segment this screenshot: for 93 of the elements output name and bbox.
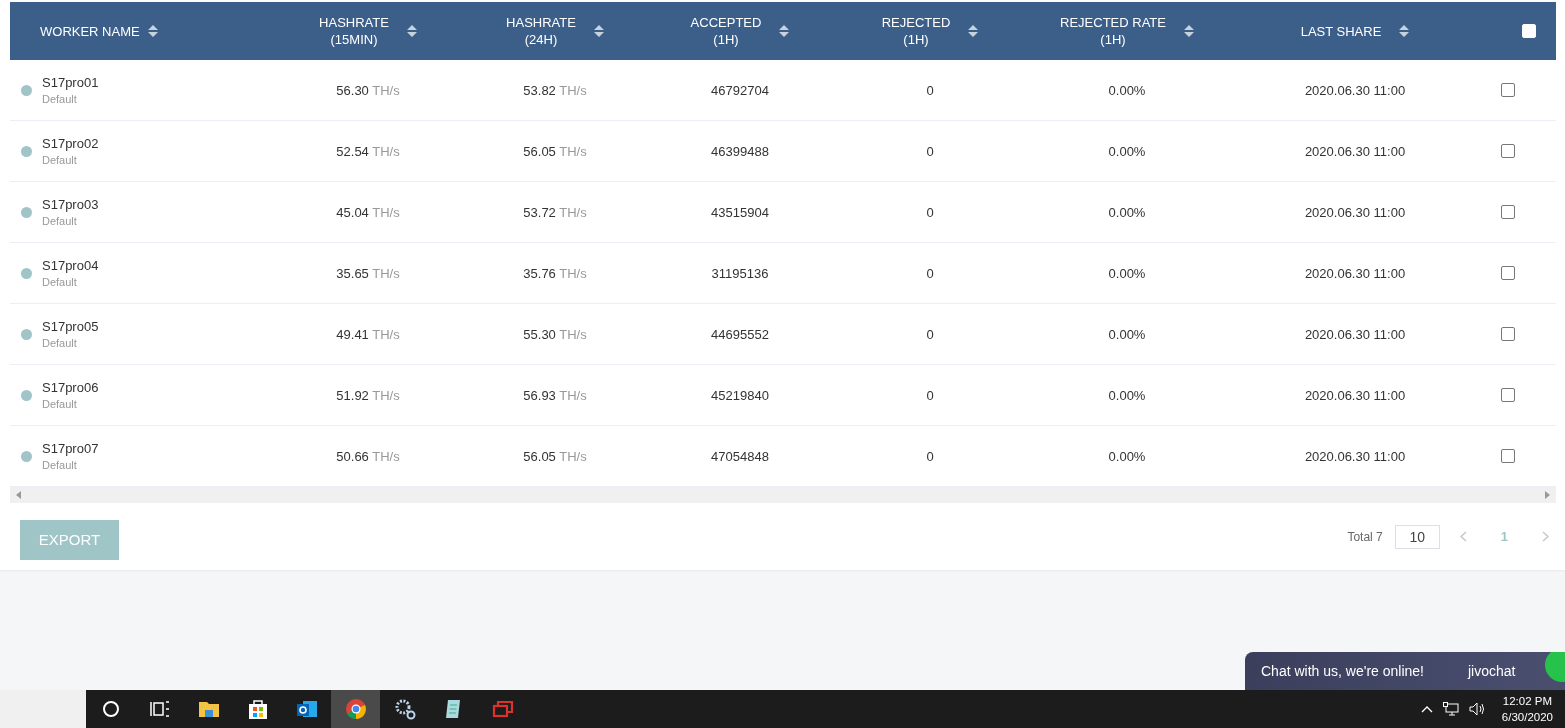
hashrate-value: 45.04 TH/s (336, 204, 400, 220)
sort-icon[interactable] (1399, 25, 1410, 37)
worker-name: S17pro04 (42, 258, 99, 273)
accepted-value: 31195136 (711, 265, 769, 281)
worker-group: Default (42, 215, 99, 227)
rejected-rate-value: 0.00% (1108, 265, 1146, 281)
worker-name: S17pro03 (42, 197, 99, 212)
column-header[interactable]: WORKER NAME (40, 22, 140, 40)
chat-brand: jivochat (1468, 663, 1516, 679)
accepted-value: 46399488 (711, 143, 769, 159)
hashrate-value: 56.93 TH/s (523, 387, 587, 403)
worker-name: S17pro05 (42, 319, 99, 334)
rejected-rate-value: 0.00% (1108, 82, 1146, 98)
chevron-up-icon[interactable] (1420, 705, 1433, 713)
column-header[interactable]: REJECTED (1H) (881, 14, 951, 48)
chat-widget[interactable]: Chat with us, we're online! jivochat (1245, 652, 1565, 690)
worker-name: S17pro07 (42, 441, 99, 456)
worker-name: S17pro01 (42, 75, 99, 90)
worker-group: Default (42, 459, 99, 471)
rejected-value: 0 (926, 265, 934, 281)
rejected-value: 0 (926, 204, 934, 220)
rejected-value: 0 (926, 448, 934, 464)
scroll-left-icon[interactable] (16, 491, 22, 499)
rejected-rate-value: 0.00% (1108, 387, 1146, 403)
worker-group: Default (42, 154, 99, 166)
scroll-right-icon[interactable] (1544, 491, 1550, 499)
hashrate-value: 35.76 TH/s (523, 265, 587, 281)
last-share-value: 2020.06.30 11:00 (1304, 204, 1406, 220)
hashrate-value: 55.30 TH/s (523, 326, 587, 342)
sort-icon[interactable] (593, 25, 604, 37)
last-share-value: 2020.06.30 11:00 (1304, 143, 1406, 159)
speaker-icon[interactable] (1468, 702, 1486, 716)
sort-icon[interactable] (1183, 25, 1194, 37)
browser-icon[interactable] (331, 690, 380, 728)
worker-name: S17pro02 (42, 136, 99, 151)
network-icon[interactable] (1442, 702, 1459, 716)
worker-group: Default (42, 93, 99, 105)
worker-group: Default (42, 337, 99, 349)
row-checkbox[interactable] (1501, 83, 1515, 97)
last-share-value: 2020.06.30 11:00 (1304, 448, 1406, 464)
rejected-rate-value: 0.00% (1108, 326, 1146, 342)
hashrate-value: 52.54 TH/s (336, 143, 400, 159)
total-count: Total 7 (1347, 529, 1383, 544)
clock-date: 6/30/2020 (1501, 710, 1553, 725)
row-checkbox[interactable] (1501, 144, 1515, 158)
column-header[interactable]: HASHRATE (24H) (506, 14, 576, 48)
sort-icon[interactable] (147, 25, 158, 37)
hashrate-value: 56.30 TH/s (336, 82, 400, 98)
worker-name: S17pro06 (42, 380, 99, 395)
column-header[interactable]: LAST SHARE (1300, 22, 1382, 40)
hashrate-value: 53.72 TH/s (523, 204, 587, 220)
hashrate-value: 56.05 TH/s (523, 143, 587, 159)
rejected-rate-value: 0.00% (1108, 448, 1146, 464)
worker-group: Default (42, 398, 99, 410)
column-header[interactable]: ACCEPTED (1H) (690, 14, 762, 48)
column-header[interactable]: REJECTED RATE (1H) (1060, 14, 1166, 48)
worker-group: Default (42, 276, 99, 288)
sort-icon[interactable] (968, 25, 979, 37)
last-share-value: 2020.06.30 11:00 (1304, 82, 1406, 98)
rejected-value: 0 (926, 143, 934, 159)
accepted-value: 43515904 (711, 204, 769, 220)
hashrate-value: 49.41 TH/s (336, 326, 400, 342)
row-checkbox[interactable] (1501, 327, 1515, 341)
rejected-rate-value: 0.00% (1108, 143, 1146, 159)
hashrate-value: 53.82 TH/s (523, 82, 587, 98)
rejected-value: 0 (926, 326, 934, 342)
sort-icon[interactable] (406, 25, 417, 37)
sort-icon[interactable] (779, 25, 790, 37)
clock[interactable]: 12:02 PM 6/30/2020 (1501, 693, 1553, 725)
hashrate-value: 50.66 TH/s (336, 448, 400, 464)
hashrate-value: 35.65 TH/s (336, 265, 400, 281)
rejected-value: 0 (926, 82, 934, 98)
row-checkbox[interactable] (1501, 388, 1515, 402)
accepted-value: 47054848 (711, 448, 769, 464)
accepted-value: 46792704 (711, 82, 769, 98)
page-size-field[interactable]: 10 (1394, 524, 1440, 549)
rejected-rate-value: 0.00% (1108, 204, 1146, 220)
hashrate-value: 51.92 TH/s (336, 387, 400, 403)
last-share-value: 2020.06.30 11:00 (1304, 387, 1406, 403)
last-share-value: 2020.06.30 11:00 (1304, 326, 1406, 342)
last-share-value: 2020.06.30 11:00 (1304, 265, 1406, 281)
column-header[interactable]: HASHRATE (15MIN) (319, 14, 389, 48)
row-checkbox[interactable] (1501, 205, 1515, 219)
accepted-value: 44695552 (711, 326, 769, 342)
rejected-value: 0 (926, 387, 934, 403)
hashrate-value: 56.05 TH/s (523, 448, 587, 464)
select-all-checkbox[interactable] (1522, 24, 1536, 38)
row-checkbox[interactable] (1501, 449, 1515, 463)
horizontal-scrollbar[interactable] (10, 487, 1556, 503)
clock-time: 12:02 PM (1502, 694, 1553, 709)
chat-message: Chat with us, we're online! (1261, 663, 1424, 679)
accepted-value: 45219840 (711, 387, 769, 403)
row-checkbox[interactable] (1501, 266, 1515, 280)
